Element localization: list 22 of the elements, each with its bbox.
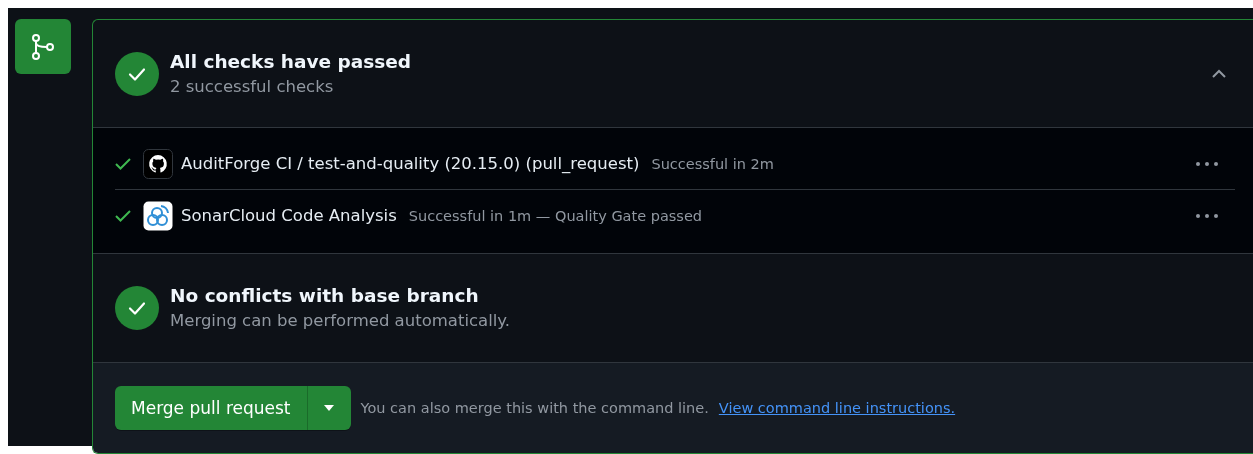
instructions-link[interactable]: View command line instructions. (718, 386, 956, 430)
cloud-logo-icon (143, 200, 173, 231)
merge-hint: You can also merge this with the command line. (360, 399, 709, 418)
check-icon (115, 209, 131, 222)
checks-summary: 2 successful checks (170, 75, 335, 98)
check-circle-icon (115, 286, 159, 330)
chevron-up-icon (1211, 68, 1227, 79)
branch-icon (31, 33, 55, 60)
conflicts-summary: Merging can be performed automatically. (170, 310, 511, 332)
check-status: Successful in 2m (651, 155, 774, 172)
ellipsis-icon (1195, 212, 1219, 219)
octocat-icon (143, 148, 173, 179)
check-icon (115, 157, 131, 170)
conflicts-title: No conflicts with base branch (170, 284, 480, 308)
check-name[interactable]: AuditForge CI / test-and-quality (20.15.0) (pull_request) (181, 154, 640, 173)
ellipsis-icon (1195, 160, 1219, 167)
merge-button[interactable]: Merge pull request (115, 386, 307, 430)
check-circle-icon (115, 51, 159, 96)
checks-title: All checks have passed (170, 49, 413, 74)
check-name[interactable]: SonarCloud Code Analysis (181, 206, 397, 225)
caret-icon (324, 405, 334, 411)
check-status: Successful in 1m — Quality Gate passed (408, 207, 703, 224)
